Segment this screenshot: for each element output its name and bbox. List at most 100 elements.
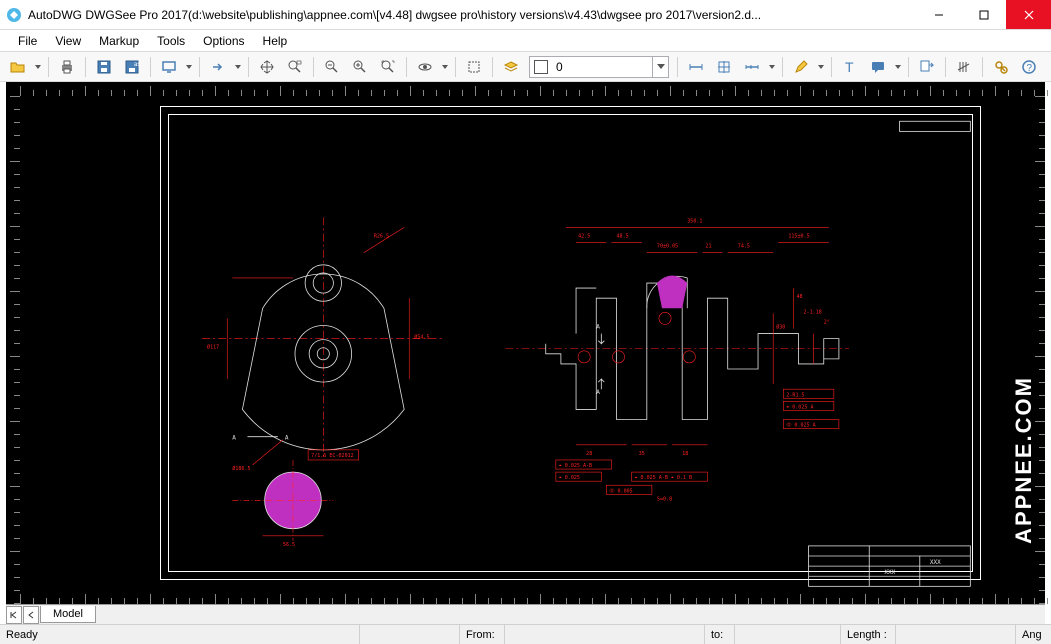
svg-text:18: 18: [682, 451, 688, 457]
status-ready: Ready: [0, 625, 360, 644]
ruler-left: [6, 96, 20, 590]
pan-button[interactable]: [255, 55, 279, 79]
layer-toggle-button[interactable]: [499, 55, 523, 79]
status-bar: Ready From: to: Length : Ang: [0, 624, 1051, 644]
ruler-bottom: [20, 590, 1031, 604]
zoom-out-button[interactable]: [320, 55, 344, 79]
svg-text:48: 48: [796, 294, 802, 300]
screen-button[interactable]: [157, 55, 181, 79]
svg-text:⌖ 0.025 A-B ⌖ 0.1 B: ⌖ 0.025 A-B ⌖ 0.1 B: [635, 475, 692, 481]
menu-help[interactable]: Help: [255, 32, 296, 50]
svg-text:Ⓞ 0.005: Ⓞ 0.005: [609, 487, 632, 494]
menu-bar: File View Markup Tools Options Help: [0, 30, 1051, 52]
layer-dropdown-arrow[interactable]: [652, 57, 668, 77]
markup-dropdown[interactable]: [817, 65, 825, 69]
open-button[interactable]: [6, 55, 30, 79]
open-dropdown[interactable]: [34, 65, 42, 69]
svg-text:56.5: 56.5: [283, 542, 295, 548]
layer-color-swatch: [534, 60, 548, 74]
svg-text:Ⓞ 0.025 A: Ⓞ 0.025 A: [786, 422, 815, 429]
orbit-dropdown[interactable]: [441, 65, 449, 69]
help-button[interactable]: ?: [1017, 55, 1041, 79]
toolbar: as 0 T ?: [0, 52, 1051, 82]
cad-drawing: R26.5 Ø54.5 Ø117 Ø186.5 A A 7/1.6 EC-020…: [20, 96, 1031, 590]
layer-name-field: 0: [552, 60, 652, 74]
measure-continuous-button[interactable]: [740, 55, 764, 79]
svg-text:2-1.18: 2-1.18: [804, 309, 822, 315]
save-as-button[interactable]: as: [120, 55, 144, 79]
comment-button[interactable]: [866, 55, 890, 79]
svg-text:74.5: 74.5: [738, 244, 750, 250]
svg-text:42.5: 42.5: [578, 234, 590, 240]
svg-text:XXX: XXX: [884, 569, 895, 576]
svg-text:Ø30: Ø30: [776, 324, 785, 331]
svg-text:⌖ 0.025: ⌖ 0.025: [559, 475, 580, 481]
status-spacer1: [360, 625, 460, 644]
svg-text:Ø117: Ø117: [207, 344, 219, 351]
markup-pen-button[interactable]: [789, 55, 813, 79]
svg-text:⌖ 0.025 A-B: ⌖ 0.025 A-B: [559, 463, 592, 469]
ruler-right: [1031, 96, 1045, 590]
zoom-extents-button[interactable]: [376, 55, 400, 79]
maximize-button[interactable]: [961, 0, 1006, 29]
svg-text:as: as: [134, 62, 140, 68]
menu-tools[interactable]: Tools: [149, 32, 193, 50]
svg-text:?: ?: [1027, 63, 1033, 74]
screen-dropdown[interactable]: [185, 65, 193, 69]
svg-text:⌖ 0.025 A: ⌖ 0.025 A: [786, 404, 813, 410]
status-from-value: [505, 625, 705, 644]
menu-options[interactable]: Options: [195, 32, 252, 50]
drawing-canvas[interactable]: R26.5 Ø54.5 Ø117 Ø186.5 A A 7/1.6 EC-020…: [6, 82, 1045, 604]
svg-text:A: A: [596, 324, 600, 331]
tab-model[interactable]: Model: [40, 606, 96, 623]
menu-file[interactable]: File: [10, 32, 45, 50]
zoom-in-button[interactable]: [348, 55, 372, 79]
status-to-value: [735, 625, 841, 644]
count-button[interactable]: [952, 55, 976, 79]
svg-text:A: A: [596, 389, 600, 396]
tab-nav-first[interactable]: [6, 606, 22, 624]
layer-combo[interactable]: 0: [529, 56, 669, 78]
text-button[interactable]: T: [838, 55, 862, 79]
svg-text:2-R1.5: 2-R1.5: [786, 392, 804, 398]
svg-text:R26.5: R26.5: [374, 234, 389, 240]
measure-dropdown[interactable]: [768, 65, 776, 69]
menu-markup[interactable]: Markup: [91, 32, 147, 50]
menu-view[interactable]: View: [47, 32, 89, 50]
svg-text:21: 21: [705, 244, 711, 250]
svg-text:350.1: 350.1: [687, 218, 702, 224]
minimize-button[interactable]: [916, 0, 961, 29]
svg-text:S=0.8: S=0.8: [657, 496, 672, 502]
svg-text:Ø54.5: Ø54.5: [414, 334, 429, 341]
forward-dropdown[interactable]: [234, 65, 242, 69]
status-from-label: From:: [460, 625, 505, 644]
svg-text:115±0.5: 115±0.5: [788, 234, 809, 240]
export-button[interactable]: [915, 55, 939, 79]
window-title: AutoDWG DWGSee Pro 2017(d:\website\publi…: [28, 8, 916, 22]
svg-text:XXX: XXX: [930, 559, 941, 566]
save-button[interactable]: [92, 55, 116, 79]
svg-text:Ø186.5: Ø186.5: [232, 465, 250, 472]
svg-text:A: A: [232, 435, 236, 442]
measure-distance-button[interactable]: [684, 55, 708, 79]
find-button[interactable]: [989, 55, 1013, 79]
orbit-button[interactable]: [413, 55, 437, 79]
comment-dropdown[interactable]: [894, 65, 902, 69]
measure-area-button[interactable]: [712, 55, 736, 79]
ruler-top: [20, 82, 1031, 96]
status-length-label: Length :: [841, 625, 896, 644]
region-button[interactable]: [462, 55, 486, 79]
print-button[interactable]: [55, 55, 79, 79]
tab-nav-prev[interactable]: [23, 606, 39, 624]
zoom-window-button[interactable]: [283, 55, 307, 79]
svg-text:28: 28: [586, 451, 592, 457]
forward-button[interactable]: [206, 55, 230, 79]
svg-text:A: A: [285, 435, 289, 442]
svg-text:35: 35: [639, 451, 645, 457]
tab-bar: Model: [6, 604, 1045, 624]
close-button[interactable]: [1006, 0, 1051, 29]
svg-text:48.5: 48.5: [616, 234, 628, 240]
svg-text:7/1.6 EC-02012: 7/1.6 EC-02012: [311, 453, 354, 459]
status-length-value: [896, 625, 1016, 644]
status-angle-label: Ang: [1016, 625, 1051, 644]
